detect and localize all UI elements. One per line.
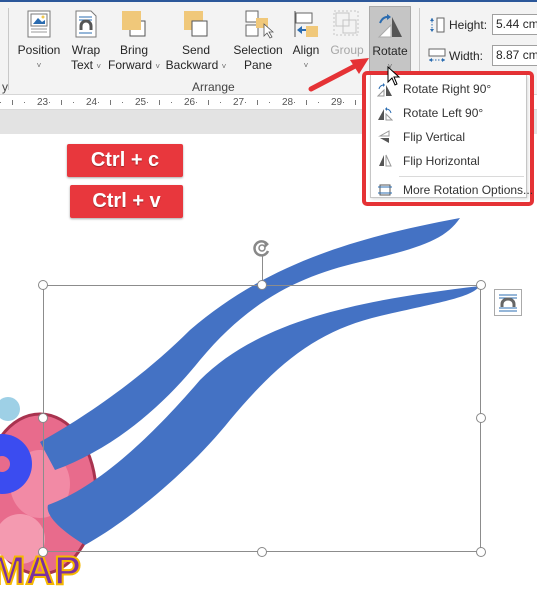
group-separator [8, 8, 9, 90]
word-window: y Position ˅ Wrap Text ˅ Bring Forward ˅ [0, 0, 537, 589]
ruler-dot [343, 102, 344, 103]
menu-item-label: Rotate Left 90° [403, 106, 484, 120]
more-rotation-options-icon [377, 182, 393, 198]
width-input[interactable]: 8.87 cm [492, 45, 537, 66]
resize-handle-bottom[interactable] [257, 547, 267, 557]
ruler-tick [257, 100, 258, 105]
group-icon [331, 8, 363, 40]
ruler-tick [306, 100, 307, 105]
ruler-tick [110, 100, 111, 105]
ruler-dot [73, 102, 74, 103]
ruler-tick [355, 100, 356, 105]
position-icon [23, 8, 55, 40]
width-label: Width: [449, 49, 484, 63]
wrap-text-label-line1: Wrap [71, 43, 101, 57]
chevron-down-icon: ˅ [221, 62, 227, 71]
layout-options-button[interactable] [494, 289, 522, 316]
selection-pane-icon [242, 8, 275, 40]
rotate-left-icon [377, 105, 394, 121]
menu-item-label: Flip Horizontal [403, 154, 480, 168]
bring-forward-button[interactable]: Bring Forward ˅ [106, 6, 162, 78]
ruler-dot [171, 102, 172, 103]
ruler-dot [196, 102, 197, 103]
rotate-handle-icon[interactable] [252, 238, 272, 258]
wrap-text-button[interactable]: Wrap Text ˅ [68, 6, 104, 78]
height-field: Height: 5.44 cm [428, 14, 537, 36]
rotate-icon [374, 9, 406, 41]
ruler-dot [245, 102, 246, 103]
menu-item-more-rotation-options[interactable]: More Rotation Options... [371, 178, 533, 202]
ruler-number: 26 [184, 97, 196, 108]
menu-item-flip-vertical[interactable]: Flip Vertical [371, 125, 526, 149]
height-label: Height: [449, 18, 488, 32]
bring-forward-label-line1: Bring [119, 43, 148, 57]
send-backward-label-line2: Backward [165, 58, 219, 72]
ruler-tick [159, 100, 160, 105]
height-input[interactable]: 5.44 cm [492, 14, 537, 35]
ruler-tick [12, 100, 13, 105]
ruler-dot [98, 102, 99, 103]
resize-handle-bottom-left[interactable] [38, 547, 48, 557]
selection-frame [43, 285, 481, 552]
arrange-group-label: Arrange [192, 80, 235, 94]
menu-item-label: Rotate Right 90° [403, 82, 492, 96]
ruler-dot [49, 102, 50, 103]
ruler-number: 23 [37, 97, 49, 108]
resize-handle-bottom-right[interactable] [476, 547, 486, 557]
ruler-dot [122, 102, 123, 103]
menu-item-label: More Rotation Options... [403, 183, 534, 197]
send-backward-button[interactable]: Send Backward ˅ [165, 6, 227, 78]
rotate-dropdown-menu: Rotate Right 90° Rotate Left 90° Flip Ve… [362, 71, 534, 206]
selection-pane-label-line2: Pane [243, 58, 273, 72]
ruler-number: 25 [135, 97, 147, 108]
ruler-number: 27 [233, 97, 245, 108]
width-icon [428, 48, 446, 64]
bring-forward-label-line2: Forward [107, 58, 152, 72]
ruler-number: 28 [282, 97, 294, 108]
align-icon [290, 8, 322, 40]
ruler-number: 24 [86, 97, 98, 108]
layout-options-icon [499, 294, 517, 312]
wrap-text-icon [70, 8, 102, 40]
resize-handle-top-right[interactable] [476, 280, 486, 290]
resize-handle-left[interactable] [38, 413, 48, 423]
position-label: Position [17, 43, 61, 57]
mouse-cursor-icon [387, 66, 401, 86]
bring-forward-icon [118, 8, 150, 40]
selection-pane-label-line1: Selection [233, 43, 283, 57]
ruler-dot [0, 102, 1, 103]
send-backward-label-line1: Send [181, 43, 211, 57]
ruler-number: 29 [331, 97, 343, 108]
flip-vertical-icon [377, 129, 393, 145]
ruler-dot [318, 102, 319, 103]
ruler-dot [24, 102, 25, 103]
ruler-tick [208, 100, 209, 105]
height-icon [428, 17, 446, 33]
position-button[interactable]: Position ˅ [14, 6, 64, 78]
ruler-dot [269, 102, 270, 103]
ruler-dot [220, 102, 221, 103]
flip-horizontal-icon [377, 153, 393, 169]
resize-handle-top[interactable] [257, 280, 267, 290]
send-backward-icon [180, 8, 212, 40]
menu-separator [399, 176, 524, 177]
resize-handle-right[interactable] [476, 413, 486, 423]
selection-pane-button[interactable]: Selection Pane [230, 6, 286, 78]
chevron-down-icon: ˅ [155, 62, 161, 71]
ruler-dot [147, 102, 148, 103]
ruler-dot [294, 102, 295, 103]
rotate-label: Rotate [372, 44, 408, 58]
menu-item-rotate-left[interactable]: Rotate Left 90° [371, 101, 526, 125]
wrap-text-label-line2: Text [70, 58, 93, 72]
resize-handle-top-left[interactable] [38, 280, 48, 290]
menu-item-flip-horizontal[interactable]: Flip Horizontal [371, 149, 526, 173]
chevron-down-icon: ˅ [96, 62, 102, 71]
ruler-tick [61, 100, 62, 105]
chevron-down-icon: ˅ [36, 61, 42, 70]
width-field: Width: 8.87 cm [428, 45, 537, 67]
menu-item-label: Flip Vertical [403, 130, 466, 144]
